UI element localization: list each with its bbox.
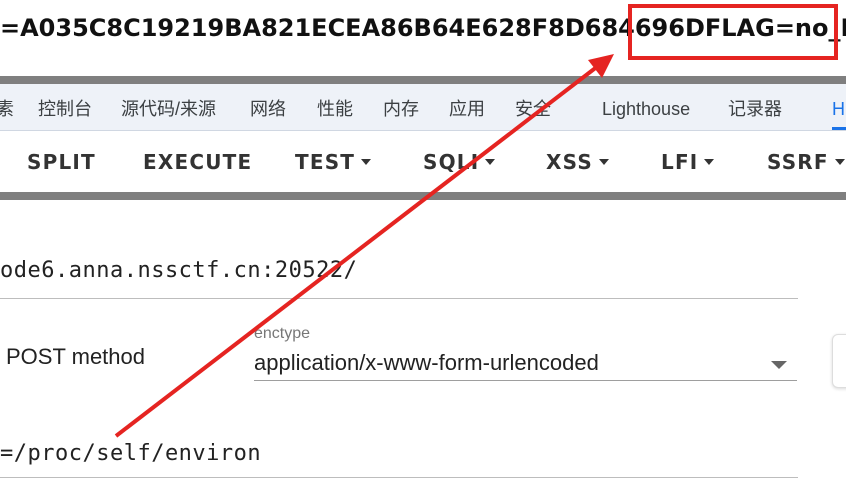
enctype-label: enctype xyxy=(254,325,311,342)
url-input[interactable]: ode6.anna.nssctf.cn:20522/ xyxy=(0,258,357,283)
post-method-checkbox-label[interactable]: POST method xyxy=(6,344,145,370)
separator-toolbar xyxy=(0,192,846,200)
enctype-select[interactable]: application/x-www-form-urlencoded xyxy=(254,350,599,376)
post-body-underline xyxy=(0,477,798,478)
tab-hackbar-label: H xyxy=(832,99,845,119)
annotation-overlay xyxy=(114,4,838,438)
flag-text: FLAG=no_FLAGS xyxy=(704,14,846,42)
tab-security[interactable]: 安全 xyxy=(515,84,551,130)
dropdown-arrow-icon[interactable] xyxy=(771,361,787,369)
split-button[interactable]: SPLIT xyxy=(27,131,96,191)
post-body-input[interactable]: =/proc/self/environ xyxy=(0,441,261,466)
tab-performance[interactable]: 性能 xyxy=(317,84,353,130)
tab-lighthouse[interactable]: Lighthouse xyxy=(602,84,690,130)
output-prefix: =A035C8C19219BA821ECEA86B64E628F8D684696… xyxy=(0,14,705,42)
tab-network[interactable]: 网络 xyxy=(250,84,286,130)
chevron-down-icon xyxy=(485,159,496,165)
tab-recorder[interactable]: 记录器 xyxy=(728,84,782,130)
chevron-down-icon xyxy=(361,159,372,165)
separator-top xyxy=(0,76,846,84)
xss-menu-button[interactable]: XSS xyxy=(546,131,609,191)
page-output-text: =A035C8C19219BA821ECEA86B64E628F8D684696… xyxy=(0,8,846,48)
active-tab-indicator xyxy=(832,127,846,130)
chevron-down-icon xyxy=(598,159,609,165)
tab-console[interactable]: 控制台 xyxy=(38,84,92,130)
sqli-menu-button[interactable]: SQLI xyxy=(423,131,496,191)
url-input-underline xyxy=(0,298,798,299)
chevron-down-icon xyxy=(834,159,845,165)
ssrf-menu-button[interactable]: SSRF xyxy=(767,131,845,191)
devtools-tab-bar: 素 控制台 源代码/来源 网络 性能 内存 应用 安全 Lighthouse 记… xyxy=(0,84,846,131)
test-menu-button[interactable]: TEST xyxy=(295,131,372,191)
tab-memory[interactable]: 内存 xyxy=(383,84,419,130)
arrow-head-icon xyxy=(588,54,614,78)
lfi-menu-button[interactable]: LFI xyxy=(661,131,715,191)
tab-elements[interactable]: 素 xyxy=(0,84,14,130)
execute-button[interactable]: EXECUTE xyxy=(143,131,252,191)
tab-application[interactable]: 应用 xyxy=(449,84,485,130)
hackbar-toolbar: SPLIT EXECUTE TEST SQLI XSS LFI SSRF xyxy=(0,131,846,191)
tab-sources[interactable]: 源代码/来源 xyxy=(121,84,216,130)
side-panel-card[interactable] xyxy=(832,334,846,388)
chevron-down-icon xyxy=(704,159,715,165)
tab-hackbar[interactable]: H xyxy=(832,84,846,130)
enctype-underline xyxy=(254,380,797,381)
